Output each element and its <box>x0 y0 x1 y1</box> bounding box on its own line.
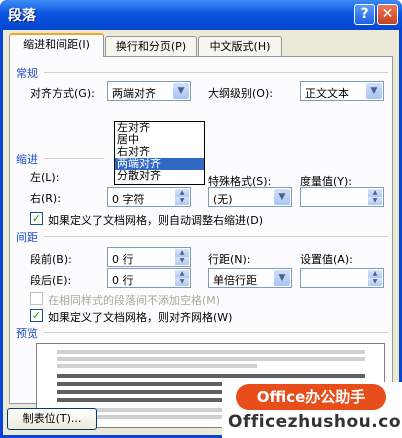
divider <box>44 72 388 73</box>
help-button[interactable]: ? <box>354 4 375 25</box>
divider <box>44 236 388 237</box>
tab-line-page-breaks[interactable]: 换行和分页(P) <box>105 36 197 56</box>
chevron-down-icon[interactable]: ▼ <box>173 83 189 99</box>
outline-level-label: 大纲级别(O): <box>208 87 273 100</box>
line-spacing-select[interactable]: 单倍行距 ▼ <box>208 268 292 288</box>
title-bar: 段落 ? ✕ <box>0 0 402 30</box>
spacing-at-spinner[interactable]: ▲ ▼ <box>300 268 384 288</box>
close-button[interactable]: ✕ <box>377 4 398 25</box>
alignment-select[interactable]: 两端对齐 ▼ <box>107 81 191 101</box>
space-before-label: 段前(B): <box>30 253 72 266</box>
special-indent-value: (无) <box>213 193 233 206</box>
spin-up-icon[interactable]: ▲ <box>368 189 382 197</box>
divider <box>44 332 388 333</box>
tab-indents-spacing[interactable]: 缩进和间距(I) <box>9 33 104 57</box>
spin-up-icon[interactable]: ▲ <box>368 270 382 278</box>
space-after-spinner[interactable]: 0 行 ▲ ▼ <box>107 268 191 288</box>
tab-asian-typography[interactable]: 中文版式(H) <box>198 36 282 56</box>
spacing-header: 间距 <box>16 231 38 244</box>
outline-level-select[interactable]: 正文文本 ▼ <box>300 81 384 101</box>
dialog-body: 缩进和间距(I) 换行和分页(P) 中文版式(H) 常规 对齐方式(G): 两端… <box>3 30 399 435</box>
spin-down-icon[interactable]: ▼ <box>175 278 189 286</box>
chevron-down-icon[interactable]: ▼ <box>274 270 290 286</box>
special-indent-select[interactable]: (无) ▼ <box>208 187 292 207</box>
spin-up-icon[interactable]: ▲ <box>175 189 189 197</box>
alignment-dropdown-list: 左对齐 居中 右对齐 两端对齐 分散对齐 <box>114 121 205 185</box>
paragraph-dialog: 段落 ? ✕ 缩进和间距(I) 换行和分页(P) 中文版式(H) 常规 对齐方式… <box>0 0 402 438</box>
preview-line <box>57 357 365 361</box>
snap-to-grid-label: 如果定义了文档网格，则对齐网格(W) <box>48 311 233 324</box>
outline-level-value: 正文文本 <box>305 87 349 100</box>
spin-down-icon[interactable]: ▼ <box>368 197 382 205</box>
space-before-spinner[interactable]: 0 行 ▲ ▼ <box>107 247 191 267</box>
dialog-title: 段落 <box>8 8 36 24</box>
left-indent-label: 左(L): <box>30 171 60 184</box>
auto-adjust-right-indent-label: 如果定义了文档网格，则自动调整右缩进(D) <box>48 214 264 227</box>
spin-up-icon[interactable]: ▲ <box>175 270 189 278</box>
preview-line <box>57 364 257 368</box>
spin-down-icon[interactable]: ▼ <box>175 197 189 205</box>
right-indent-spinner[interactable]: 0 字符 ▲ ▼ <box>107 187 191 207</box>
general-header: 常规 <box>16 67 38 80</box>
no-space-same-style-label: 在相同样式的段落间不添加空格(M) <box>48 294 221 307</box>
chevron-down-icon[interactable]: ▼ <box>274 189 290 205</box>
indent-by-spinner[interactable]: ▲ ▼ <box>300 187 384 207</box>
alignment-value: 两端对齐 <box>112 87 156 100</box>
space-before-value: 0 行 <box>112 253 134 266</box>
spin-up-icon[interactable]: ▲ <box>175 249 189 257</box>
tabs-button[interactable]: 制表位(T)... <box>7 408 97 430</box>
spin-down-icon[interactable]: ▼ <box>175 257 189 265</box>
tab-panel: 常规 对齐方式(G): 两端对齐 ▼ 大纲级别(O): 正文文本 ▼ 缩进 左(… <box>9 56 393 428</box>
space-after-value: 0 行 <box>112 274 134 287</box>
preview-header: 预览 <box>16 327 38 340</box>
space-after-label: 段后(E): <box>30 274 72 287</box>
no-space-same-style-checkbox <box>30 292 43 305</box>
watermark-brand: Office办公助手 <box>236 384 386 410</box>
indentation-header: 缩进 <box>16 153 38 166</box>
line-spacing-label: 行距(N): <box>208 253 251 266</box>
preview-line <box>57 350 365 354</box>
alignment-option-distributed[interactable]: 分散对齐 <box>115 170 204 182</box>
alignment-label: 对齐方式(G): <box>30 87 95 100</box>
chevron-down-icon[interactable]: ▼ <box>366 83 382 99</box>
right-indent-value: 0 字符 <box>112 193 145 206</box>
watermark-url: Officezhushou.com <box>228 412 402 432</box>
snap-to-grid-checkbox[interactable]: ✓ <box>30 309 43 322</box>
watermark-logo: Office办公助手 Officezhushou.com <box>222 382 402 438</box>
spacing-at-label: 设置值(A): <box>300 253 353 266</box>
right-indent-label: 右(R): <box>30 192 61 205</box>
line-spacing-value: 单倍行距 <box>213 274 257 287</box>
auto-adjust-right-indent-checkbox[interactable]: ✓ <box>30 212 43 225</box>
spin-down-icon[interactable]: ▼ <box>368 278 382 286</box>
divider <box>44 158 104 159</box>
preview-line <box>57 374 365 378</box>
